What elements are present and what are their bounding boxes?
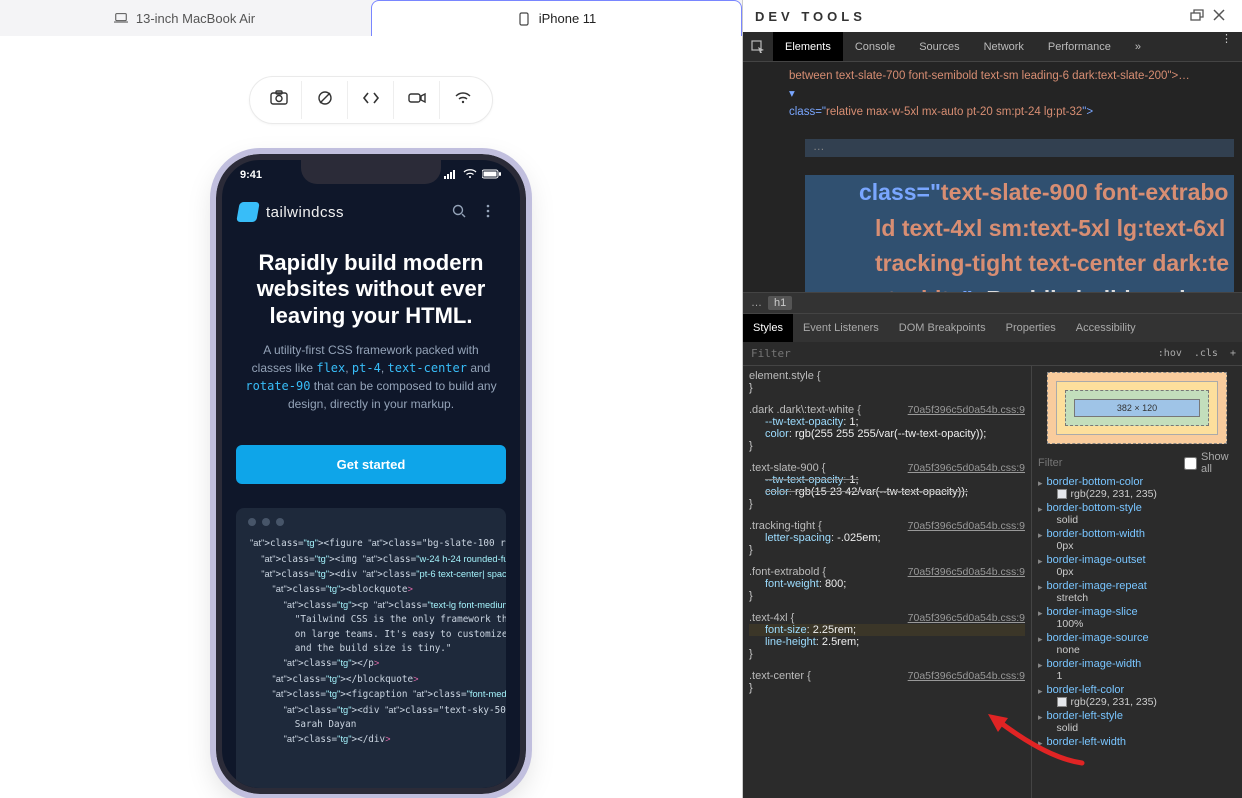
menu-icon[interactable] bbox=[486, 204, 504, 221]
tailwind-logo-icon bbox=[236, 202, 260, 222]
styles-filter-input[interactable] bbox=[743, 347, 1152, 360]
phone-icon bbox=[517, 12, 531, 26]
tab-sources[interactable]: Sources bbox=[907, 32, 971, 61]
computed-filter-input[interactable] bbox=[1038, 457, 1180, 469]
dom-tree[interactable]: between text-slate-700 font-semibold tex… bbox=[743, 62, 1242, 292]
tab-iphone-label: iPhone 11 bbox=[539, 11, 597, 26]
screenshot-button[interactable] bbox=[256, 81, 302, 119]
devtools-kebab-icon[interactable]: ⋮ bbox=[1211, 32, 1242, 61]
box-content-size: 382 × 120 bbox=[1074, 399, 1200, 417]
search-icon[interactable] bbox=[452, 204, 470, 221]
wifi-statusbar-icon bbox=[463, 169, 477, 182]
more-tabs-icon[interactable]: » bbox=[1123, 32, 1153, 61]
device-preview-panel: 13-inch MacBook Air iPhone 11 bbox=[0, 0, 742, 798]
styles-pane[interactable]: element.style {}.dark .dark\:text-white … bbox=[743, 366, 1032, 798]
laptop-icon bbox=[114, 11, 128, 25]
computed-pane[interactable]: 382 × 120 Show all ▸border-bottom-colorr… bbox=[1032, 366, 1242, 798]
device-tabs: 13-inch MacBook Air iPhone 11 bbox=[0, 0, 742, 36]
code-body: "at">class="tg"><figure "at">class="bg-s… bbox=[236, 536, 506, 762]
devtools-main-tabs: Elements Console Sources Network Perform… bbox=[743, 32, 1242, 62]
window-dots bbox=[236, 508, 506, 536]
tab-elements[interactable]: Elements bbox=[773, 32, 843, 61]
phone-mockup: 9:41 tailwindcss bbox=[216, 154, 526, 794]
subtab-dom-breakpoints[interactable]: DOM Breakpoints bbox=[889, 314, 996, 342]
show-all-label: Show all bbox=[1201, 451, 1236, 475]
video-icon bbox=[408, 91, 426, 109]
hero-subtitle: A utility-first CSS framework packed wit… bbox=[238, 341, 504, 413]
breadcrumb[interactable]: … h1 bbox=[743, 292, 1242, 314]
tab-network[interactable]: Network bbox=[972, 32, 1036, 61]
hero-title: Rapidly build modern websites without ev… bbox=[238, 250, 504, 329]
app-header: tailwindcss bbox=[222, 190, 520, 234]
battery-icon bbox=[482, 169, 502, 182]
camera-icon bbox=[270, 90, 288, 110]
code-icon bbox=[362, 91, 380, 109]
code-button[interactable] bbox=[348, 81, 394, 119]
preview-viewport: 9:41 tailwindcss bbox=[0, 36, 742, 798]
hov-toggle[interactable]: :hov bbox=[1152, 348, 1188, 359]
wifi-icon bbox=[454, 91, 472, 109]
subtab-styles[interactable]: Styles bbox=[743, 314, 793, 342]
preview-toolbar bbox=[249, 76, 493, 124]
tab-macbook[interactable]: 13-inch MacBook Air bbox=[0, 0, 369, 36]
no-region-icon bbox=[317, 90, 333, 110]
subtab-event-listeners[interactable]: Event Listeners bbox=[793, 314, 889, 342]
show-all-checkbox[interactable] bbox=[1184, 457, 1197, 470]
tab-performance[interactable]: Performance bbox=[1036, 32, 1123, 61]
restore-window-icon[interactable] bbox=[1186, 9, 1208, 24]
styles-filter-row: :hov .cls + bbox=[743, 342, 1242, 366]
phone-notch bbox=[301, 160, 441, 184]
wifi-button[interactable] bbox=[440, 81, 486, 119]
brand-name: tailwindcss bbox=[266, 204, 344, 221]
devtools-titlebar: DEV TOOLS bbox=[743, 0, 1242, 32]
get-started-button[interactable]: Get started bbox=[236, 445, 506, 484]
devtools-sub-tabs: Styles Event Listeners DOM Breakpoints P… bbox=[743, 314, 1242, 342]
code-preview: "at">class="tg"><figure "at">class="bg-s… bbox=[236, 508, 506, 788]
crumb-element: h1 bbox=[768, 296, 792, 310]
video-button[interactable] bbox=[394, 81, 440, 119]
tab-console[interactable]: Console bbox=[843, 32, 907, 61]
region-button[interactable] bbox=[302, 81, 348, 119]
hero-section: Rapidly build modern websites without ev… bbox=[222, 234, 520, 429]
box-model: 382 × 120 bbox=[1047, 372, 1227, 444]
cls-toggle[interactable]: .cls bbox=[1188, 348, 1224, 359]
tab-macbook-label: 13-inch MacBook Air bbox=[136, 11, 255, 26]
inspect-tool-icon[interactable] bbox=[743, 32, 773, 61]
close-window-icon[interactable] bbox=[1208, 9, 1230, 24]
add-rule-button[interactable]: + bbox=[1224, 348, 1242, 359]
signal-icon bbox=[444, 169, 458, 182]
statusbar-time: 9:41 bbox=[240, 169, 262, 181]
phone-screen: tailwindcss Rapidly build modern website… bbox=[222, 190, 520, 788]
devtools-title: DEV TOOLS bbox=[755, 9, 866, 24]
devtools-panel: DEV TOOLS Elements Console Sources Netwo… bbox=[742, 0, 1242, 798]
crumb-ellipsis: … bbox=[751, 297, 762, 309]
tab-iphone[interactable]: iPhone 11 bbox=[371, 0, 742, 36]
subtab-accessibility[interactable]: Accessibility bbox=[1066, 314, 1146, 342]
subtab-properties[interactable]: Properties bbox=[996, 314, 1066, 342]
